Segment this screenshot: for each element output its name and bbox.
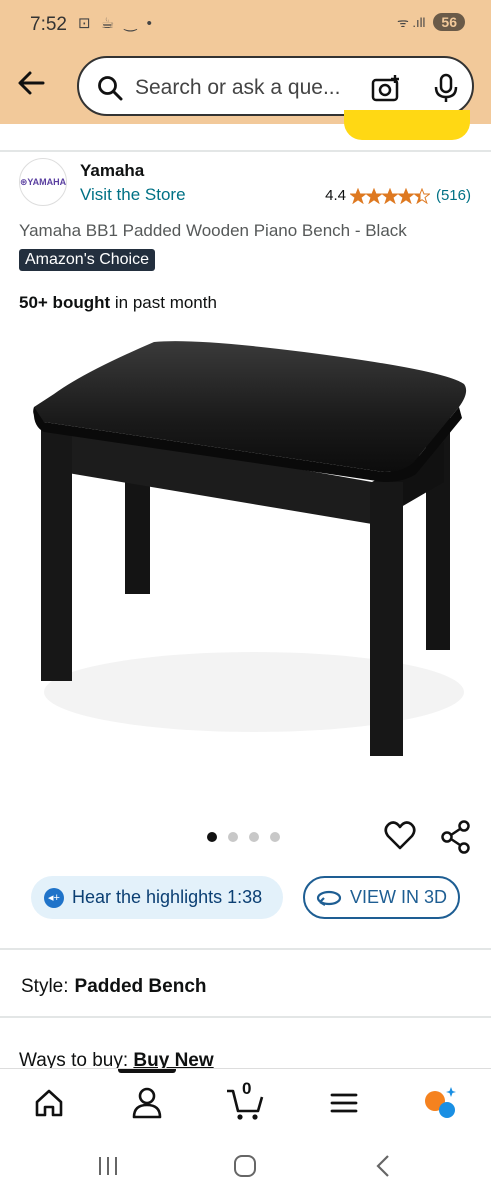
share-icon[interactable] (440, 820, 472, 854)
system-navigation-bar (0, 1138, 491, 1200)
view-in-3d-button[interactable]: VIEW IN 3D (303, 876, 460, 919)
image-carousel-dots[interactable] (207, 832, 280, 842)
search-input[interactable]: Search or ask a que... (135, 76, 340, 100)
rating-stars (349, 187, 430, 204)
bought-in-past-month: 50+ bought in past month (19, 293, 217, 313)
back-arrow-icon[interactable] (16, 68, 46, 98)
audio-icon: ◂+ (44, 887, 64, 908)
account-icon[interactable] (129, 1085, 165, 1121)
rufus-assistant-icon[interactable] (422, 1085, 458, 1121)
brand-name: Yamaha (80, 161, 145, 180)
home-icon[interactable] (31, 1085, 67, 1121)
brand-logo[interactable]: ⊛YAMAHA (19, 158, 67, 206)
product-title[interactable]: Yamaha BB1 Padded Wooden Piano Bench - B… (19, 221, 407, 241)
search-bar[interactable]: Search or ask a que... (77, 56, 474, 116)
system-back-icon[interactable] (372, 1154, 396, 1178)
star-icon (413, 187, 430, 204)
signal-icon: ᯤ .ıll (396, 15, 426, 30)
rating-count[interactable]: (516) (436, 187, 471, 204)
brand-logo-text: ⊛YAMAHA (19, 176, 67, 187)
rating-summary[interactable]: 4.4 (516) (325, 187, 471, 204)
carousel-dot[interactable] (249, 832, 259, 842)
menu-icon[interactable] (326, 1085, 362, 1121)
divider (0, 150, 491, 152)
divider (0, 1016, 491, 1018)
home-button-icon[interactable] (233, 1154, 257, 1178)
rating-value: 4.4 (325, 187, 346, 204)
bought-count: 50+ bought (19, 293, 111, 312)
product-image[interactable] (24, 332, 470, 782)
style-selector[interactable]: Style: Padded Bench (21, 976, 207, 998)
star-icon (349, 187, 366, 204)
carousel-dot[interactable] (228, 832, 238, 842)
active-tab-indicator (118, 1069, 176, 1073)
recent-apps-icon[interactable] (96, 1154, 120, 1178)
status-time: 7:52 (30, 14, 67, 35)
star-icon (397, 187, 414, 204)
notification-icons: ⊡ ☕ ‿ • (78, 15, 155, 32)
hear-highlights-label: Hear the highlights 1:38 (72, 887, 263, 907)
search-icon (98, 76, 123, 101)
status-bar: 7:52 ⊡ ☕ ‿ • ᯤ .ıll 56 (0, 0, 491, 50)
carousel-dot[interactable] (270, 832, 280, 842)
style-label: Style: (21, 976, 69, 997)
carousel-dot[interactable] (207, 832, 217, 842)
hear-highlights-button[interactable]: ◂+ Hear the highlights 1:38 (31, 876, 283, 919)
microphone-icon[interactable] (433, 73, 459, 103)
add-to-cart-button-peek[interactable] (344, 110, 470, 140)
camera-search-icon[interactable] (371, 73, 401, 103)
app-header: 7:52 ⊡ ☕ ‿ • ᯤ .ıll 56 Search or ask a q… (0, 0, 491, 124)
amazons-choice-badge: Amazon's Choice (19, 249, 155, 271)
divider (0, 948, 491, 950)
star-icon (381, 187, 398, 204)
cart-count: 0 (242, 1079, 252, 1098)
visit-store-link[interactable]: Visit the Store (80, 185, 186, 205)
cart-tab[interactable]: 0 (226, 1079, 264, 1121)
rotate-3d-icon (316, 890, 342, 906)
bottom-navigation: 0 (0, 1068, 491, 1138)
heart-icon[interactable] (384, 820, 416, 852)
battery-indicator: 56 (433, 13, 465, 31)
bought-suffix: in past month (110, 293, 217, 312)
status-right: ᯤ .ıll 56 (397, 13, 465, 31)
view-in-3d-label: VIEW IN 3D (349, 887, 447, 907)
star-icon (365, 187, 382, 204)
style-value: Padded Bench (74, 976, 207, 997)
